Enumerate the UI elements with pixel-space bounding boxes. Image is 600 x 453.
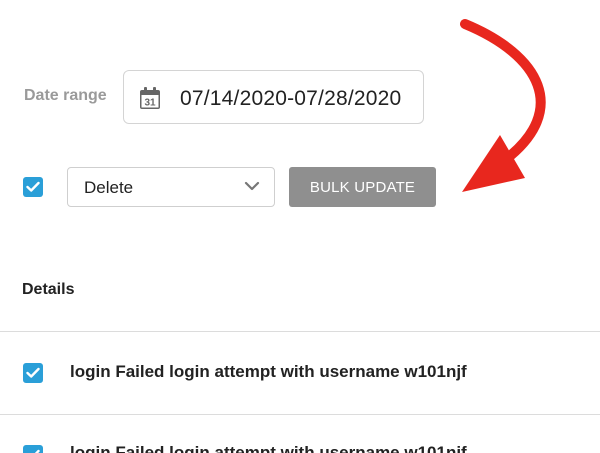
row-checkbox[interactable] (23, 445, 43, 453)
details-heading: Details (22, 281, 75, 298)
bulk-action-select[interactable]: Delete (67, 167, 275, 207)
select-all-checkbox[interactable] (23, 177, 43, 197)
date-range-field[interactable]: 31 07/14/2020-07/28/2020 (123, 70, 424, 124)
bulk-action-value: Delete (84, 178, 134, 197)
checkmark-icon (26, 367, 40, 378)
date-range-label: Date range (24, 87, 107, 104)
row-text: login Failed login attempt with username… (70, 443, 467, 453)
calendar-icon: 31 (140, 87, 160, 109)
row-text: login Failed login attempt with username… (70, 362, 467, 381)
checkmark-icon (34, 449, 40, 453)
divider (0, 331, 600, 332)
calendar-day-number: 31 (144, 98, 156, 109)
page: Date range 31 07/14/2020-07/28/2020 Dele… (0, 0, 600, 453)
date-range-value: 07/14/2020-07/28/2020 (180, 87, 402, 110)
row-checkbox[interactable] (23, 363, 43, 383)
chevron-down-icon (244, 181, 260, 191)
divider (0, 414, 600, 415)
checkmark-icon (26, 181, 40, 192)
annotation-arrow (460, 19, 546, 192)
bulk-update-button[interactable]: BULK UPDATE (289, 167, 436, 207)
